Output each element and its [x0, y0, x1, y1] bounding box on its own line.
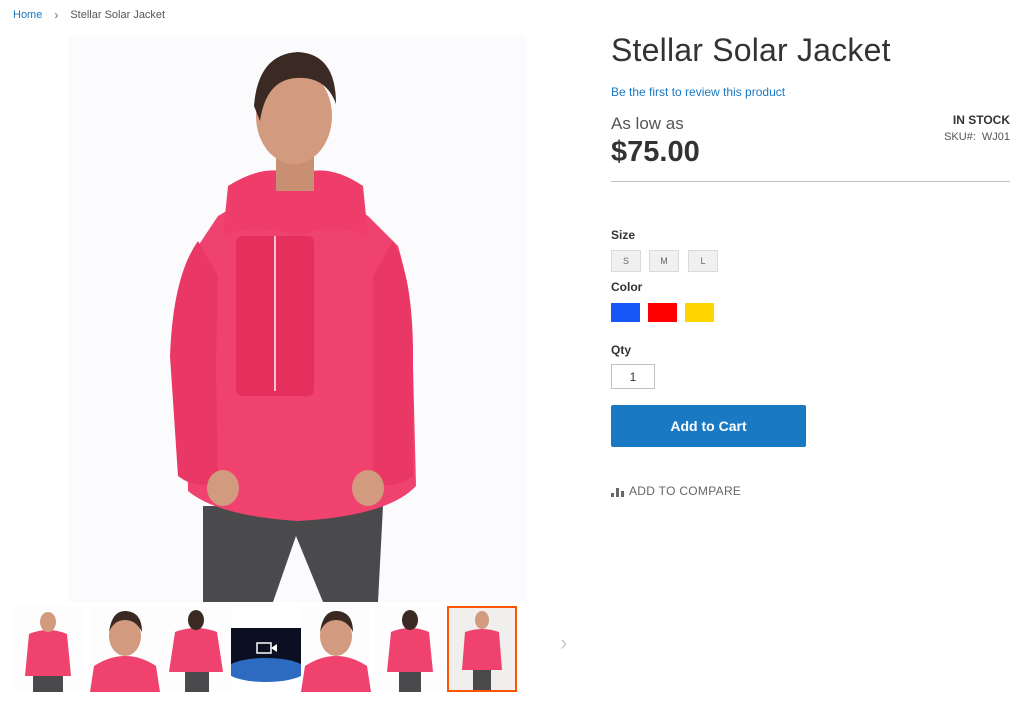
- breadcrumb: Home › Stellar Solar Jacket: [13, 8, 165, 22]
- compare-icon: [611, 487, 624, 497]
- product-main-image[interactable]: [68, 36, 526, 602]
- thumbnail-1[interactable]: [13, 606, 83, 692]
- thumbnail-2[interactable]: [90, 606, 160, 692]
- qty-input[interactable]: [611, 364, 655, 389]
- size-swatch-l[interactable]: L: [688, 250, 718, 272]
- color-swatch-yellow[interactable]: [685, 303, 714, 322]
- breadcrumb-home-link[interactable]: Home: [13, 9, 42, 21]
- breadcrumb-separator-icon: ›: [54, 8, 59, 22]
- color-label: Color: [611, 280, 643, 294]
- thumbnail-video[interactable]: [231, 606, 301, 692]
- breadcrumb-current: Stellar Solar Jacket: [70, 9, 166, 21]
- product-title: Stellar Solar Jacket: [611, 32, 891, 68]
- gallery-next-arrow-icon[interactable]: ›: [560, 630, 567, 656]
- product-photo: [170, 52, 416, 602]
- add-to-compare-link[interactable]: Add to Compare: [611, 484, 741, 498]
- product-price: $75.00: [611, 136, 700, 168]
- sku-value: WJ01: [981, 131, 1010, 143]
- divider: [611, 181, 1010, 182]
- add-to-cart-button[interactable]: Add to Cart: [611, 405, 806, 447]
- size-swatch-s[interactable]: S: [611, 250, 641, 272]
- size-label: Size: [611, 228, 636, 242]
- compare-label: Add to Compare: [629, 484, 742, 498]
- thumbnail-7[interactable]: [447, 606, 517, 692]
- price-prefix: As low as: [611, 114, 684, 133]
- thumbnail-5[interactable]: [301, 606, 371, 692]
- size-swatch-m[interactable]: M: [649, 250, 679, 272]
- thumbnail-strip: [13, 606, 523, 694]
- sku: SKU#: WJ01: [944, 131, 1010, 143]
- review-link[interactable]: Be the first to review this product: [611, 85, 785, 99]
- color-swatch-red[interactable]: [648, 303, 677, 322]
- stock-status: IN STOCK: [952, 113, 1010, 127]
- color-swatch-blue[interactable]: [611, 303, 640, 322]
- thumbnail-6[interactable]: [375, 606, 445, 692]
- qty-label: Qty: [611, 343, 632, 357]
- sku-label: SKU#:: [944, 131, 976, 143]
- thumbnail-3[interactable]: [161, 606, 231, 692]
